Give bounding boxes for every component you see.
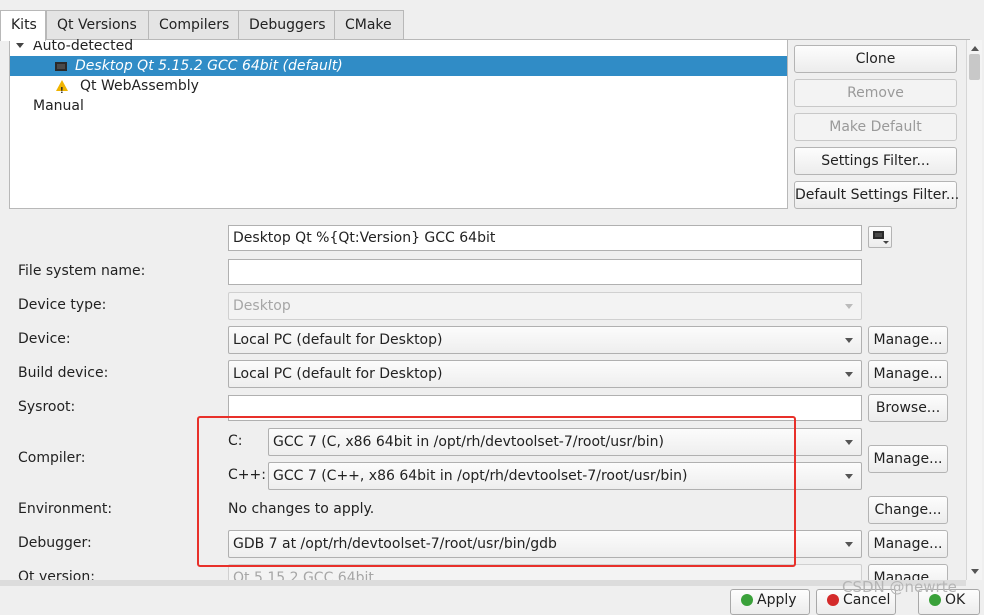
watermark: CSDN @newrte	[842, 578, 957, 596]
device-label: Device:	[18, 331, 71, 347]
chevron-down-icon	[845, 440, 853, 445]
cancel-icon	[827, 594, 839, 606]
environment-label: Environment:	[18, 501, 113, 517]
fs-name-label: File system name:	[18, 263, 146, 279]
vertical-scrollbar[interactable]	[966, 40, 982, 580]
device-combo[interactable]: Local PC (default for Desktop)	[228, 326, 862, 354]
build-device-manage-button[interactable]: Manage...	[868, 360, 948, 388]
expand-arrow-icon[interactable]	[16, 43, 24, 48]
scroll-thumb[interactable]	[969, 54, 980, 80]
device-type-label: Device type:	[18, 297, 107, 313]
apply-label: Apply	[757, 592, 797, 608]
kit-tree[interactable]: Auto-detected Desktop Qt 5.15.2 GCC 64bi…	[9, 38, 788, 209]
compiler-label: Compiler:	[18, 450, 86, 466]
chevron-down-icon	[845, 372, 853, 377]
tab-kits[interactable]: Kits	[0, 10, 46, 41]
check-icon	[741, 594, 753, 606]
fs-name-field[interactable]	[228, 259, 862, 285]
device-manage-button[interactable]: Manage...	[868, 326, 948, 354]
chevron-down-icon	[845, 542, 853, 547]
scroll-down-icon[interactable]	[971, 569, 979, 574]
remove-button[interactable]: Remove	[794, 79, 957, 107]
tree-item-webassembly-kit[interactable]: Qt WebAssembly	[10, 76, 787, 101]
compiler-c-label: C:	[228, 433, 243, 449]
tree-group-auto-detected[interactable]: Auto-detected	[10, 36, 787, 56]
compiler-c-value: GCC 7 (C, x86 64bit in /opt/rh/devtoolse…	[273, 434, 665, 450]
tree-group-manual[interactable]: Manual	[33, 96, 84, 116]
scroll-up-icon[interactable]	[971, 46, 979, 51]
monitor-icon	[873, 231, 884, 239]
debugger-combo[interactable]: GDB 7 at /opt/rh/devtoolset-7/root/usr/b…	[228, 530, 862, 558]
make-default-button[interactable]: Make Default	[794, 113, 957, 141]
build-device-combo[interactable]: Local PC (default for Desktop)	[228, 360, 862, 388]
apply-button[interactable]: Apply	[730, 589, 810, 615]
kit-name: Qt WebAssembly	[80, 78, 199, 94]
environment-value: No changes to apply.	[228, 501, 375, 517]
sysroot-field[interactable]	[228, 395, 862, 421]
compiler-c-combo[interactable]: GCC 7 (C, x86 64bit in /opt/rh/devtoolse…	[268, 428, 862, 456]
chevron-down-icon	[845, 304, 853, 309]
compiler-cpp-combo[interactable]: GCC 7 (C++, x86 64bit in /opt/rh/devtool…	[268, 462, 862, 490]
kit-icon-button[interactable]	[868, 226, 892, 248]
settings-filter-button[interactable]: Settings Filter...	[794, 147, 957, 175]
device-type-value: Desktop	[233, 298, 291, 314]
kit-name-field[interactable]: Desktop Qt %{Qt:Version} GCC 64bit	[228, 225, 862, 251]
tree-group-label: Auto-detected	[33, 38, 134, 54]
tree-item-desktop-kit[interactable]: Desktop Qt 5.15.2 GCC 64bit (default)	[10, 56, 787, 76]
build-device-label: Build device:	[18, 365, 109, 381]
debugger-label: Debugger:	[18, 535, 92, 551]
kit-name: Desktop Qt 5.15.2 GCC 64bit (default)	[75, 58, 343, 74]
device-value: Local PC (default for Desktop)	[233, 332, 443, 348]
environment-change-button[interactable]: Change...	[868, 496, 948, 524]
sysroot-browse-button[interactable]: Browse...	[868, 394, 948, 422]
debugger-manage-button[interactable]: Manage...	[868, 530, 948, 558]
chevron-down-icon	[845, 338, 853, 343]
compiler-cpp-value: GCC 7 (C++, x86 64bit in /opt/rh/devtool…	[273, 468, 688, 484]
build-device-value: Local PC (default for Desktop)	[233, 366, 443, 382]
clone-button[interactable]: Clone	[794, 45, 957, 73]
default-settings-filter-button[interactable]: Default Settings Filter...	[794, 181, 959, 209]
compiler-cpp-label: C++:	[228, 467, 266, 483]
debugger-value: GDB 7 at /opt/rh/devtoolset-7/root/usr/b…	[233, 536, 557, 552]
compiler-manage-button[interactable]: Manage...	[868, 445, 948, 473]
sysroot-label: Sysroot:	[18, 399, 76, 415]
chevron-down-icon	[845, 474, 853, 479]
warning-icon	[56, 80, 68, 101]
monitor-icon	[55, 62, 67, 71]
chevron-down-icon	[883, 241, 889, 244]
device-type-combo[interactable]: Desktop	[228, 292, 862, 320]
